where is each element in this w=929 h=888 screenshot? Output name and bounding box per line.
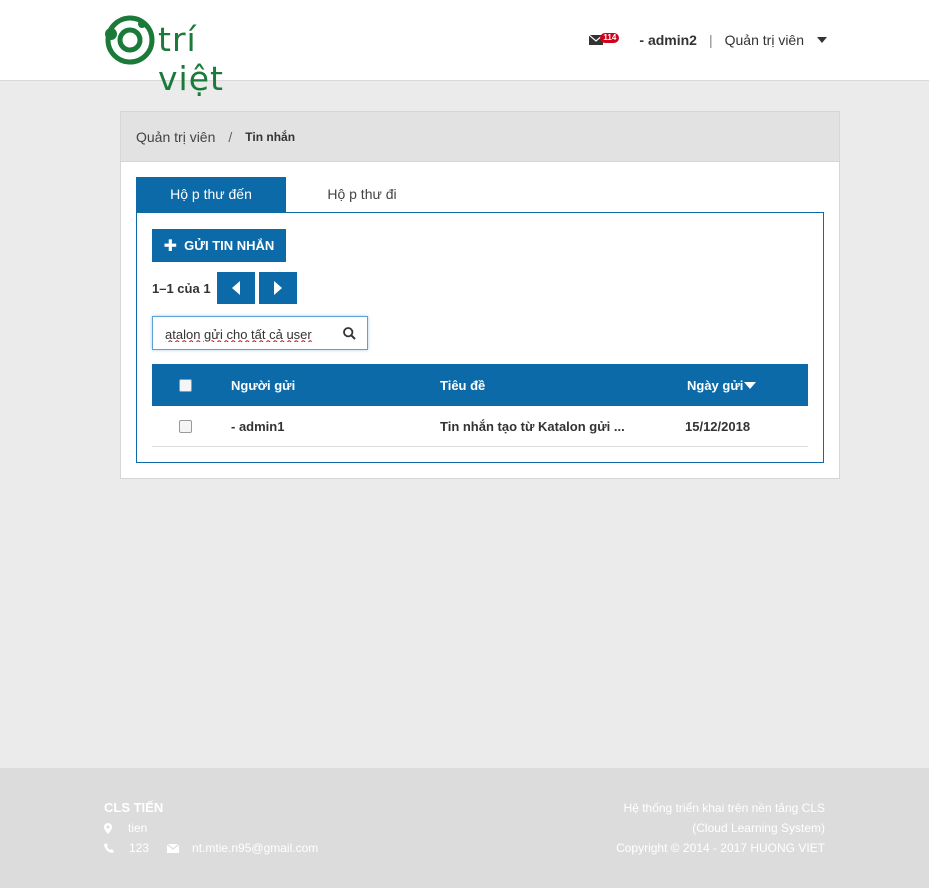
col-date-label: Ngày gửi (687, 377, 744, 393)
messages-panel: Quản trị viên / Tin nhắn Hộ p thư đến Hộ… (120, 111, 840, 479)
footer-copyright: Copyright © 2014 - 2017 HUONG VIET (616, 841, 825, 855)
logo-icon (105, 15, 155, 65)
table-header: Người gửi Tiêu đề Ngày gửi (152, 364, 808, 406)
footer-address: tien (104, 821, 147, 835)
send-message-label: GỬI TIN NHẮN (184, 238, 275, 253)
footer-phone: 123 (129, 841, 150, 855)
chevron-right-icon (273, 281, 282, 295)
col-subject[interactable]: Tiêu đề (440, 364, 485, 406)
pagination-text: 1–1 của 1 (152, 280, 211, 296)
col-sender[interactable]: Người gửi (231, 364, 295, 406)
user-menu: 114 - admin2 | Quản trị viên (589, 28, 827, 52)
table-row[interactable]: - admin1 Tin nhắn tạo từ Katalon gửi ...… (152, 406, 808, 447)
row-select-cell (179, 406, 192, 446)
tab-inbox[interactable]: Hộ p thư đến (136, 177, 286, 213)
next-page-button[interactable] (258, 272, 297, 304)
select-all-checkbox[interactable] (179, 378, 192, 392)
col-date[interactable]: Ngày gửi (687, 364, 757, 406)
row-sender: - admin1 (231, 418, 285, 434)
breadcrumb: Quản trị viên / Tin nhắn (121, 112, 839, 162)
row-subject[interactable]: Tin nhắn tạo từ Katalon gửi ... (440, 406, 625, 446)
footer-title: CLS TIẾN (104, 800, 164, 815)
logo[interactable]: trí việt (104, 14, 274, 98)
row-checkbox[interactable] (179, 419, 192, 433)
username[interactable]: - admin2 (639, 32, 697, 48)
mail-count-badge: 114 (600, 33, 620, 43)
breadcrumb-root[interactable]: Quản trị viên (136, 129, 215, 145)
chevron-left-icon (231, 281, 240, 295)
search-icon[interactable] (343, 327, 356, 340)
phone-icon (104, 843, 114, 853)
map-marker-icon (104, 822, 112, 834)
envelope-icon (167, 843, 180, 853)
breadcrumb-current: Tin nhắn (245, 129, 296, 144)
footer-email[interactable]: nt.mtie.n95@gmail.com (192, 841, 318, 855)
role-dropdown-label[interactable]: Quản trị viên (725, 32, 804, 48)
tab-outbox[interactable]: Hộ p thư đi (286, 177, 438, 213)
row-date: 15/12/2018 (685, 418, 751, 434)
pagination: 1–1 của 1 (152, 272, 301, 304)
select-all-cell (179, 364, 192, 406)
search-input[interactable] (165, 324, 327, 344)
sort-down-icon (744, 381, 757, 389)
footer-platform-line: Hệ thống triển khai trên nền tảng CLS (623, 801, 825, 815)
mailbox-tabs: Hộ p thư đến Hộ p thư đi (136, 177, 438, 213)
plus-icon: ✚ (163, 237, 178, 255)
inbox-content: ✚ GỬI TIN NHẮN 1–1 của 1 Người gửi (136, 212, 824, 463)
caret-down-icon[interactable] (817, 37, 827, 43)
header-separator: | (708, 32, 713, 48)
footer: CLS TIẾN tien 123 nt.mtie.n95@gmail.com … (0, 768, 929, 888)
mail-button[interactable]: 114 (589, 30, 620, 50)
footer-system-line: (Cloud Learning System) (692, 821, 825, 835)
footer-contact: 123 nt.mtie.n95@gmail.com (104, 841, 318, 855)
logo-text: trí việt (158, 20, 224, 98)
send-message-button[interactable]: ✚ GỬI TIN NHẮN (152, 229, 286, 262)
top-header: trí việt 114 - admin2 | Quản trị viên (0, 0, 929, 98)
prev-page-button[interactable] (216, 272, 255, 304)
breadcrumb-separator: / (228, 128, 233, 145)
footer-address-text: tien (128, 821, 148, 835)
search-box (152, 316, 368, 350)
